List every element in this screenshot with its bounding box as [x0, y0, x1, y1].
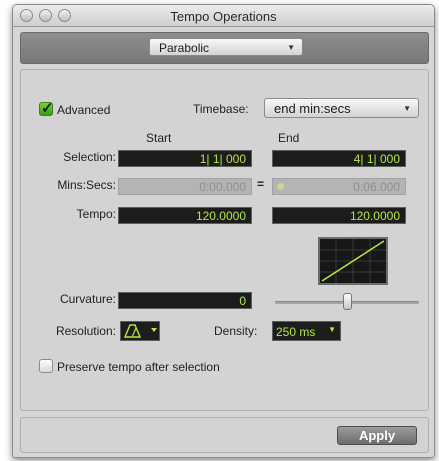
preserve-tempo-checkbox[interactable]: [39, 359, 53, 373]
tempo-start-field[interactable]: 120.0000: [118, 207, 252, 224]
density-select[interactable]: 250 ms ▼: [272, 321, 341, 341]
tempo-end-field[interactable]: 120.0000: [272, 207, 406, 224]
timebase-select[interactable]: end min:secs ▼: [264, 98, 419, 118]
mins-secs-link-symbol: =: [257, 177, 265, 191]
density-label: Density:: [214, 324, 258, 338]
mins-secs-end-field: 0:06.000: [272, 178, 406, 195]
link-dot-icon: [277, 183, 284, 190]
start-column-header: Start: [146, 131, 172, 145]
curvature-field[interactable]: 0: [118, 292, 252, 309]
selection-label: Selection:: [63, 150, 116, 164]
tempo-settings-panel: ✓ Advanced Timebase: end min:secs ▼ Star…: [20, 69, 429, 411]
timebase-label: Timebase:: [193, 102, 249, 116]
end-column-header: End: [278, 131, 300, 145]
note-value-icon: [123, 324, 157, 338]
selection-start-field[interactable]: 1| 1| 000: [118, 150, 252, 167]
title-bar: Tempo Operations: [13, 5, 434, 27]
tempo-curve-graph: [318, 237, 388, 285]
apply-button[interactable]: Apply: [337, 426, 417, 445]
curve-graph-svg: [320, 239, 386, 283]
advanced-checkbox[interactable]: ✓: [39, 100, 54, 117]
operation-header: Parabolic ▼: [20, 32, 429, 64]
resolution-label: Resolution:: [55, 324, 116, 338]
action-bar: Apply: [20, 417, 429, 453]
resolution-select[interactable]: [120, 321, 160, 341]
density-value: 250 ms: [276, 325, 316, 339]
chevron-down-icon: ▼: [403, 104, 411, 113]
tempo-operations-window: Tempo Operations Parabolic ▼ ✓ Advanced …: [12, 4, 435, 458]
chevron-down-icon: ▼: [287, 43, 295, 52]
chevron-down-icon: ▼: [328, 325, 336, 334]
preserve-tempo-label: Preserve tempo after selection: [57, 360, 220, 374]
checkmark-icon: ✓: [41, 100, 54, 117]
mins-secs-label: Mins:Secs:: [57, 178, 116, 192]
mins-secs-start-field: 0:00.000: [118, 178, 252, 195]
selection-end-field[interactable]: 4| 1| 000: [272, 150, 406, 167]
advanced-label: Advanced: [57, 103, 111, 117]
mins-secs-end-value: 0:06.000: [353, 180, 400, 194]
operation-select[interactable]: Parabolic ▼: [149, 38, 303, 56]
tempo-label: Tempo:: [76, 207, 116, 221]
operation-select-value: Parabolic: [159, 41, 210, 55]
timebase-select-value: end min:secs: [274, 101, 351, 116]
curvature-label: Curvature:: [59, 292, 116, 306]
curvature-slider-thumb[interactable]: [343, 293, 352, 310]
window-title: Tempo Operations: [170, 9, 277, 24]
